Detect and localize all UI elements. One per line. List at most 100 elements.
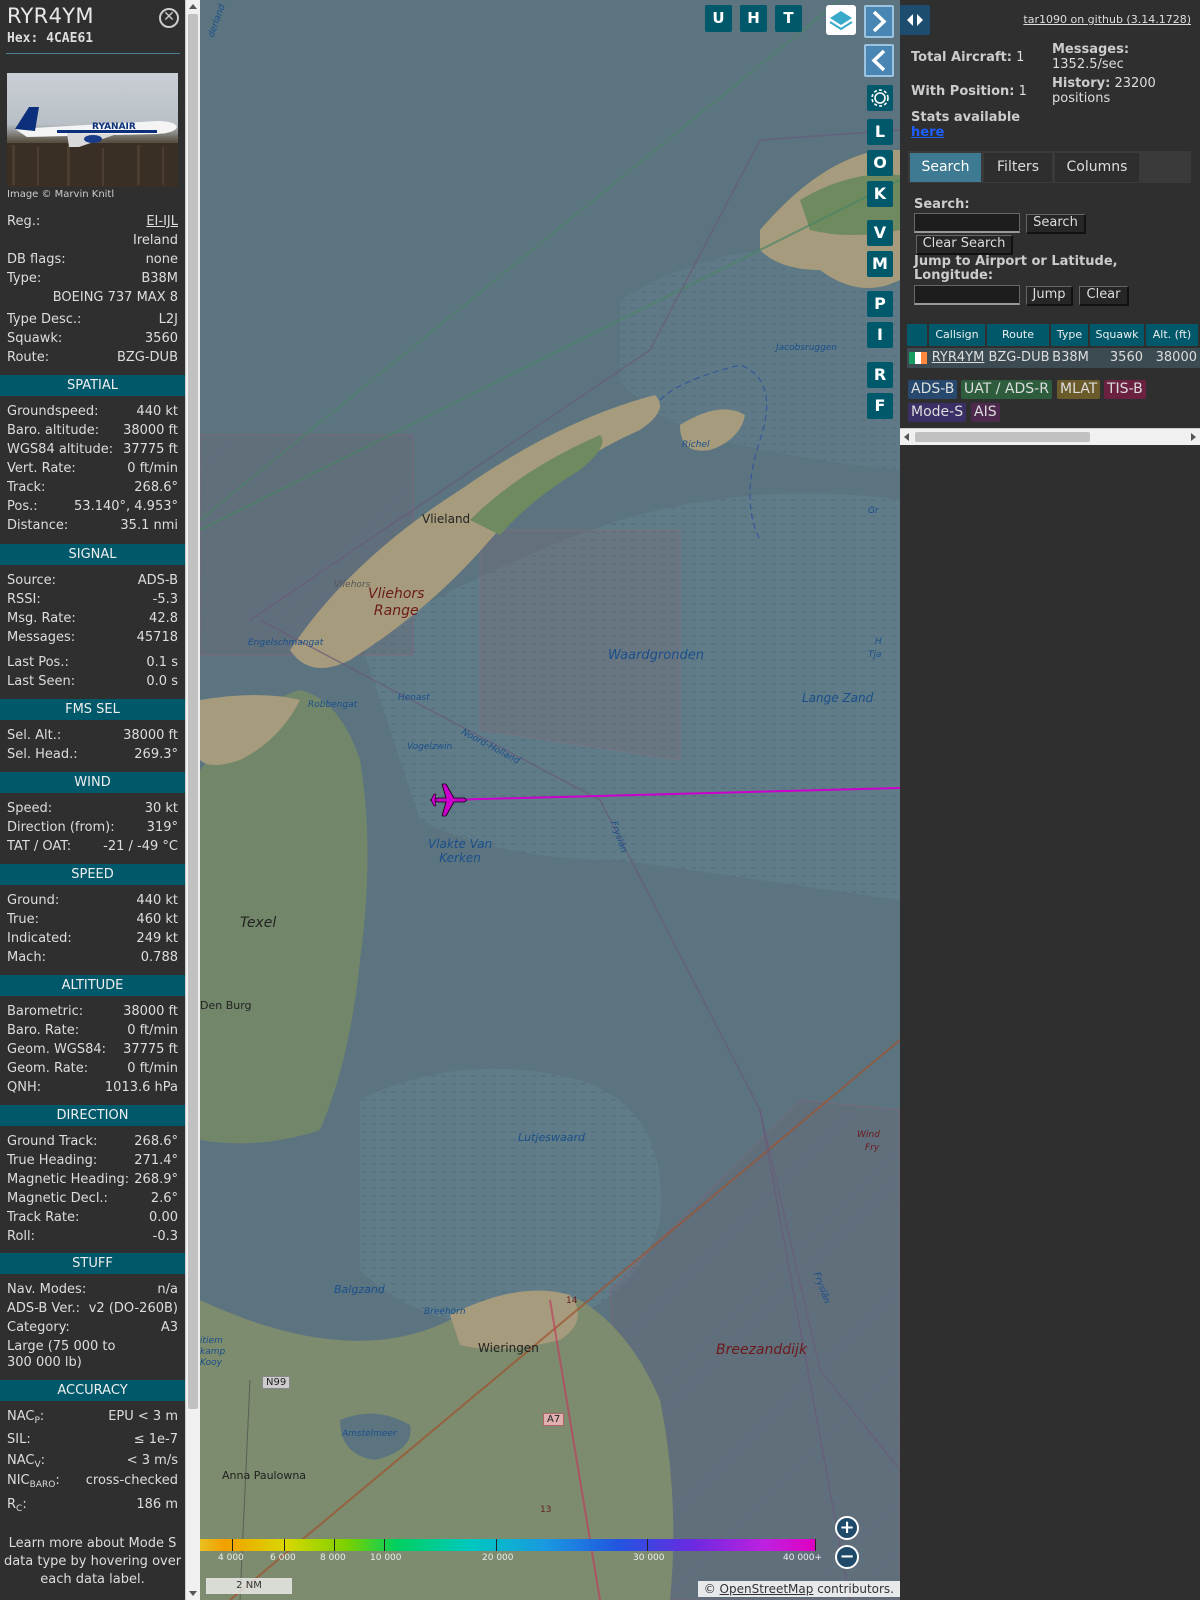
info-row-wind[interactable]: Speed: 30 kt bbox=[7, 801, 178, 819]
info-row-sil[interactable]: SIL: ≤ 1e-7 bbox=[7, 1432, 178, 1450]
aircraft-photo[interactable]: RYANAIR bbox=[7, 73, 178, 187]
tab-filters[interactable]: Filters bbox=[984, 153, 1052, 182]
info-row-spatial[interactable]: WGS84 altitude: 37775 ft bbox=[7, 442, 178, 460]
info-row-spatial[interactable]: Track: 268.6° bbox=[7, 480, 178, 498]
info-row-altitude[interactable]: Barometric: 38000 ft bbox=[7, 1004, 178, 1022]
info-row-altitude[interactable]: Baro. Rate: 0 ft/min bbox=[7, 1023, 178, 1041]
map-button-r[interactable]: R bbox=[867, 362, 893, 388]
info-row-nacv[interactable]: NACV: < 3 m/s bbox=[7, 1453, 178, 1471]
info-row-basic[interactable]: BOEING 737 MAX 8 bbox=[7, 290, 178, 308]
table-header-route[interactable]: Route bbox=[987, 324, 1049, 346]
info-row-speed[interactable]: Ground: 440 kt bbox=[7, 893, 178, 911]
layers-button[interactable] bbox=[826, 5, 856, 35]
tab-columns[interactable]: Columns bbox=[1055, 153, 1139, 182]
tab-search[interactable]: Search bbox=[910, 153, 981, 182]
table-header-type[interactable]: Type bbox=[1051, 324, 1088, 346]
info-row-spatial[interactable]: Baro. altitude: 38000 ft bbox=[7, 423, 178, 441]
map-button-f[interactable]: F bbox=[867, 393, 893, 419]
info-row-speed[interactable]: Mach: 0.788 bbox=[7, 950, 178, 968]
map-button-o[interactable]: O bbox=[867, 150, 893, 176]
scroll-down-icon[interactable] bbox=[189, 1591, 197, 1596]
info-row-wind[interactable]: TAT / OAT: -21 / -49 °C bbox=[7, 839, 178, 857]
map-button-u[interactable]: U bbox=[705, 5, 732, 32]
info-row-basic[interactable]: Type Desc.: L2J bbox=[7, 312, 178, 330]
stats-here-link[interactable]: here bbox=[911, 125, 944, 140]
scroll-up-icon[interactable] bbox=[189, 4, 197, 9]
info-row-basic[interactable]: Type: B38M bbox=[7, 271, 178, 289]
fms-value: 269.3° bbox=[134, 747, 178, 762]
row-callsign[interactable]: RYR4YM bbox=[929, 348, 987, 368]
info-row-basic[interactable]: Route: BZG-DUB bbox=[7, 350, 178, 368]
zoom-in-button[interactable]: + bbox=[835, 1516, 859, 1540]
info-row-stuff[interactable]: Category: A3 bbox=[7, 1320, 178, 1338]
info-row-fms[interactable]: Sel. Alt.: 38000 ft bbox=[7, 728, 178, 746]
info-row-signal[interactable]: Messages: 45718 bbox=[7, 630, 178, 648]
table-header-alt[interactable]: Alt. (ft) bbox=[1146, 324, 1198, 346]
info-row-speed[interactable]: True: 460 kt bbox=[7, 912, 178, 930]
info-row-signal[interactable]: RSSI: -5.3 bbox=[7, 592, 178, 610]
search-button[interactable]: Search bbox=[1026, 214, 1086, 234]
info-row-fms[interactable]: Sel. Head.: 269.3° bbox=[7, 747, 178, 765]
map-button-v[interactable]: V bbox=[867, 220, 893, 246]
info-row-spatial[interactable]: Pos.: 53.140°, 4.953° bbox=[7, 499, 178, 517]
info-row-speed[interactable]: Indicated: 249 kt bbox=[7, 931, 178, 949]
road-a7: A7 bbox=[543, 1413, 565, 1426]
osm-link[interactable]: OpenStreetMap bbox=[720, 1582, 814, 1596]
horizontal-scrollbar-thumb[interactable] bbox=[915, 432, 1090, 442]
scroll-right-icon[interactable] bbox=[1191, 433, 1196, 441]
info-row-altitude[interactable]: QNH: 1013.6 hPa bbox=[7, 1080, 178, 1098]
jump-input[interactable] bbox=[914, 285, 1020, 305]
hide-sidebar-button[interactable] bbox=[864, 44, 894, 77]
info-row-rc[interactable]: RC: 186 m bbox=[7, 1497, 178, 1515]
table-header-squawk[interactable]: Squawk bbox=[1090, 324, 1144, 346]
table-header-callsign[interactable]: Callsign bbox=[929, 324, 985, 346]
info-panel-scrollbar[interactable] bbox=[185, 0, 200, 1600]
zoom-out-button[interactable]: − bbox=[835, 1545, 859, 1569]
map-button-k[interactable]: K bbox=[867, 181, 893, 207]
map-button-p[interactable]: P bbox=[867, 291, 893, 317]
info-row-stuff[interactable]: Nav. Modes: n/a bbox=[7, 1282, 178, 1300]
info-row-basic[interactable]: Reg.: EI-IJL bbox=[7, 214, 178, 232]
info-row-altitude[interactable]: Geom. Rate: 0 ft/min bbox=[7, 1061, 178, 1079]
info-row-signal[interactable]: Source: ADS-B bbox=[7, 573, 178, 591]
scroll-left-icon[interactable] bbox=[904, 433, 909, 441]
map-view[interactable]: Vlieland Vliehors Vliehors Range Engelsch… bbox=[200, 0, 900, 1600]
info-row-signal[interactable]: Msg. Rate: 42.8 bbox=[7, 611, 178, 629]
map-button-h[interactable]: H bbox=[740, 5, 767, 32]
map-button-m[interactable]: M bbox=[867, 251, 893, 277]
info-row-direction[interactable]: Ground Track: 268.6° bbox=[7, 1134, 178, 1152]
info-row-spatial[interactable]: Groundspeed: 440 kt bbox=[7, 404, 178, 422]
info-row-spatial[interactable]: Vert. Rate: 0 ft/min bbox=[7, 461, 178, 479]
info-row-basic[interactable]: Squawk: 3560 bbox=[7, 331, 178, 349]
info-row-stuff[interactable]: ADS-B Ver.: v2 (DO-260B) bbox=[7, 1301, 178, 1319]
info-row-direction[interactable]: Track Rate: 0.00 bbox=[7, 1210, 178, 1228]
info-row-spatial[interactable]: Distance: 35.1 nmi bbox=[7, 518, 178, 536]
search-input[interactable] bbox=[914, 213, 1020, 233]
github-link[interactable]: tar1090 on github (3.14.1728) bbox=[1023, 13, 1191, 26]
info-row-altitude[interactable]: Geom. WGS84: 37775 ft bbox=[7, 1042, 178, 1060]
aircraft-icon[interactable] bbox=[428, 780, 470, 820]
info-row-signal[interactable]: Last Pos.: 0.1 s bbox=[7, 655, 178, 673]
info-row-signal[interactable]: Last Seen: 0.0 s bbox=[7, 674, 178, 692]
show-sidebar-button[interactable] bbox=[864, 5, 894, 38]
info-row-nicbaro[interactable]: NICBARO: cross-checked bbox=[7, 1473, 178, 1491]
settings-button[interactable] bbox=[867, 85, 893, 111]
map-button-l[interactable]: L bbox=[867, 119, 893, 145]
info-row-direction[interactable]: True Heading: 271.4° bbox=[7, 1153, 178, 1171]
map-button-i[interactable]: I bbox=[867, 322, 893, 348]
clear-jump-button[interactable]: Clear bbox=[1079, 286, 1129, 306]
info-row-nacp[interactable]: NACP: EPU < 3 m bbox=[7, 1409, 178, 1427]
close-icon[interactable]: ✕ bbox=[159, 8, 179, 28]
info-row-direction[interactable]: Roll: -0.3 bbox=[7, 1229, 178, 1247]
info-row-direction[interactable]: Magnetic Decl.: 2.6° bbox=[7, 1191, 178, 1209]
info-row-wind[interactable]: Direction (from): 319° bbox=[7, 820, 178, 838]
info-row-basic[interactable]: Ireland bbox=[7, 233, 178, 251]
map-button-t[interactable]: T bbox=[775, 5, 802, 32]
info-row-basic[interactable]: DB flags: none bbox=[7, 252, 178, 270]
clear-search-button[interactable]: Clear Search bbox=[916, 235, 1013, 255]
expand-sidebar-button[interactable] bbox=[900, 5, 930, 35]
table-horizontal-scrollbar[interactable] bbox=[900, 428, 1200, 445]
scrollbar-thumb[interactable] bbox=[188, 14, 198, 1409]
info-row-direction[interactable]: Magnetic Heading: 268.9° bbox=[7, 1172, 178, 1190]
jump-button[interactable]: Jump bbox=[1026, 286, 1073, 306]
